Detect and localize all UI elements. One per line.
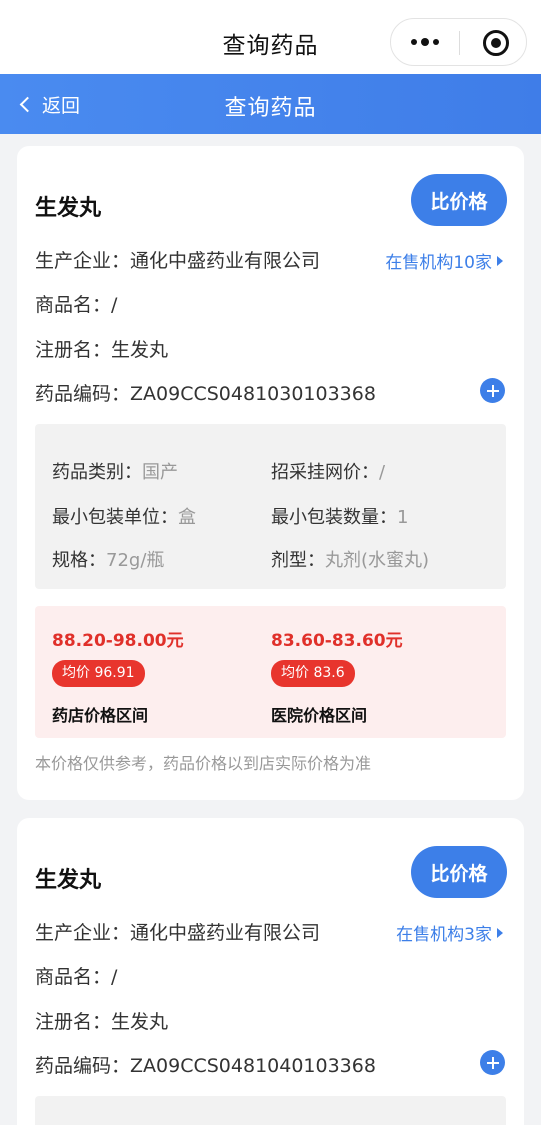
trade-name-row: 商品名：/ (35, 962, 117, 989)
app-title-bar: 查询药品 (0, 0, 541, 74)
bid-price-label: 招采挂网价： (271, 462, 379, 483)
spec-value: 72g/瓶 (106, 550, 165, 571)
reg-name-row: 注册名：生发丸 (35, 335, 168, 362)
hospital-avg-badge: 均价 83.6 (271, 660, 355, 687)
reg-name-label: 注册名： (35, 339, 112, 361)
page-title: 查询药品 (224, 96, 317, 121)
category-value: 国产 (142, 462, 178, 483)
manufacturer-value: 通化中盛药业有限公司 (130, 250, 321, 272)
drug-code-value: ZA09CCS0481040103368 (130, 1055, 376, 1077)
institutions-label: 在售机构10家 (385, 253, 492, 273)
min-unit-value: 盒 (178, 507, 196, 528)
hospital-price-label: 医院价格区间 (271, 706, 368, 725)
drug-name: 生发丸 (35, 868, 102, 893)
spec-field: 规格：72g/瓶 (52, 546, 164, 572)
manufacturer-label: 生产企业： (35, 922, 131, 944)
pharmacy-avg-badge: 均价 96.91 (52, 660, 145, 687)
min-qty-field: 最小包装数量：1 (271, 503, 408, 529)
pharmacy-price-label: 药店价格区间 (52, 706, 149, 725)
drug-details-panel (35, 1096, 506, 1125)
drug-card: 生发丸 比价格 生产企业：通化中盛药业有限公司 在售机构10家 商品名：/ 注册… (17, 146, 524, 800)
spec-label: 规格： (52, 550, 106, 571)
category-label: 药品类别： (52, 462, 142, 483)
caret-right-icon (497, 927, 503, 938)
miniprogram-capsule (390, 18, 527, 66)
expand-plus-icon[interactable] (480, 378, 505, 403)
trade-name-label: 商品名： (35, 966, 112, 988)
more-icon[interactable] (391, 19, 459, 65)
drug-code-value: ZA09CCS0481030103368 (130, 383, 376, 405)
min-unit-label: 最小包装单位： (52, 507, 178, 528)
min-unit-field: 最小包装单位：盒 (52, 503, 196, 529)
price-range-panel: 88.20-98.00元 均价 96.91 药店价格区间 83.60-83.60… (35, 606, 506, 738)
expand-plus-icon[interactable] (480, 1050, 505, 1075)
institutions-link[interactable]: 在售机构10家 (385, 248, 503, 273)
reg-name-value: 生发丸 (111, 339, 169, 361)
trade-name-label: 商品名： (35, 294, 112, 316)
close-miniprogram-icon[interactable] (483, 30, 509, 56)
capsule-divider (459, 31, 460, 55)
reg-name-row: 注册名：生发丸 (35, 1007, 168, 1034)
drug-name: 生发丸 (35, 196, 102, 221)
trade-name-value: / (111, 294, 118, 316)
bid-price-value: / (379, 462, 386, 483)
price-disclaimer: 本价格仅供参考，药品价格以到店实际价格为准 (35, 754, 372, 773)
pharmacy-price-range: 88.20-98.00元 (52, 631, 184, 651)
bid-price-field: 招采挂网价：/ (271, 458, 385, 484)
drug-card: 生发丸 比价格 生产企业：通化中盛药业有限公司 在售机构3家 商品名：/ 注册名… (17, 818, 524, 1125)
min-qty-value: 1 (397, 507, 409, 528)
drug-code-label: 药品编码： (35, 383, 131, 405)
compare-price-button[interactable]: 比价格 (411, 174, 507, 226)
drug-code-row: 药品编码：ZA09CCS0481030103368 (35, 379, 376, 406)
reg-name-value: 生发丸 (111, 1011, 169, 1033)
hospital-price-range: 83.60-83.60元 (271, 631, 403, 651)
drug-code-label: 药品编码： (35, 1055, 131, 1077)
form-field: 剂型：丸剂(水蜜丸) (271, 546, 429, 572)
category-field: 药品类别：国产 (52, 458, 178, 484)
institutions-label: 在售机构3家 (396, 925, 492, 945)
manufacturer-row: 生产企业：通化中盛药业有限公司 (35, 918, 320, 945)
drug-details-panel: 药品类别：国产 招采挂网价：/ 最小包装单位：盒 最小包装数量：1 规格：72g… (35, 424, 506, 589)
manufacturer-value: 通化中盛药业有限公司 (130, 922, 321, 944)
institutions-link[interactable]: 在售机构3家 (396, 920, 503, 945)
manufacturer-row: 生产企业：通化中盛药业有限公司 (35, 246, 320, 273)
form-label: 剂型： (271, 550, 325, 571)
min-qty-label: 最小包装数量： (271, 507, 397, 528)
manufacturer-label: 生产企业： (35, 250, 131, 272)
trade-name-row: 商品名：/ (35, 290, 117, 317)
form-value: 丸剂(水蜜丸) (325, 550, 430, 571)
drug-code-row: 药品编码：ZA09CCS0481040103368 (35, 1051, 376, 1078)
caret-right-icon (497, 255, 503, 266)
compare-price-button[interactable]: 比价格 (411, 846, 507, 898)
reg-name-label: 注册名： (35, 1011, 112, 1033)
nav-bar: 返回 查询药品 (0, 74, 541, 134)
trade-name-value: / (111, 966, 118, 988)
